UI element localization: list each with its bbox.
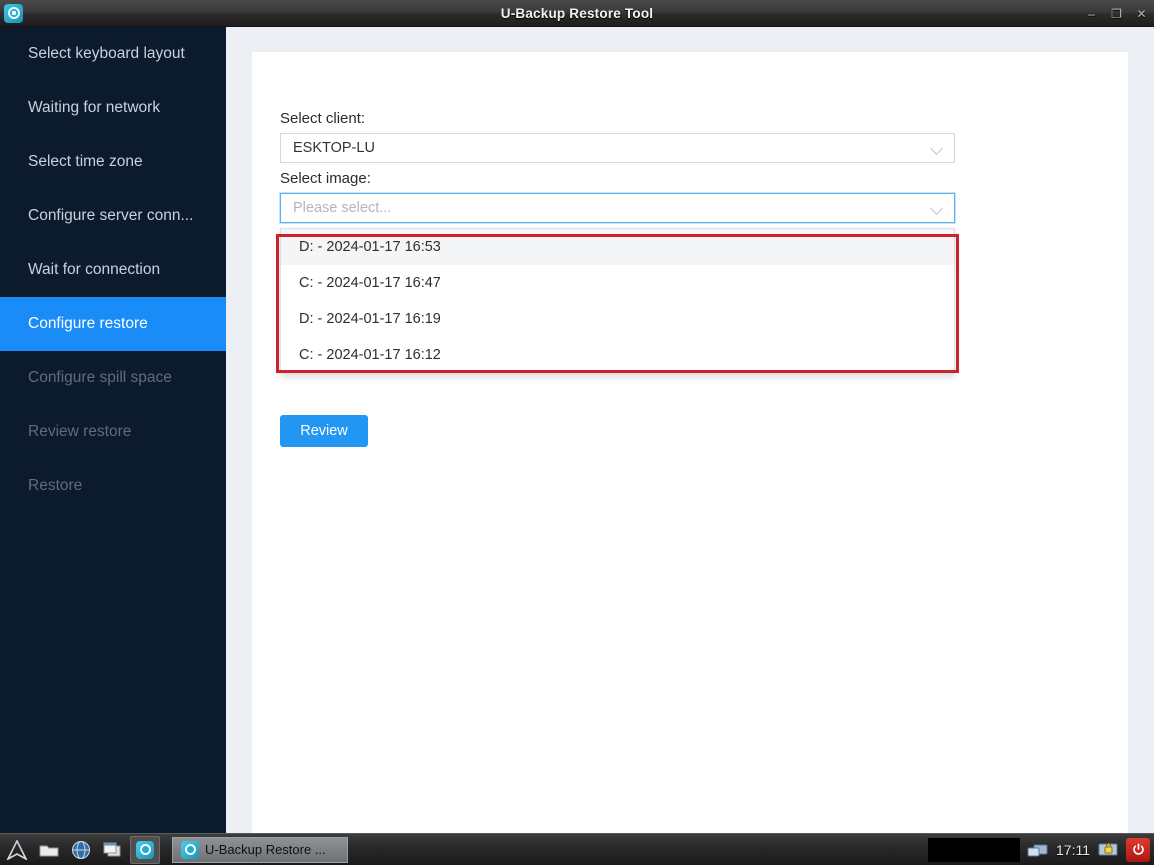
taskbar-window-label: U-Backup Restore ...	[205, 842, 326, 857]
select-image-placeholder: Please select...	[293, 200, 392, 216]
select-client-dropdown[interactable]: ESKTOP-LU	[280, 133, 955, 163]
chevron-down-icon	[930, 201, 944, 215]
list-item[interactable]: D: - 2024-01-17 16:19	[281, 301, 954, 337]
desktop-taskbar: U-Backup Restore ... 17:11	[0, 833, 1154, 865]
image-options-list[interactable]: D: - 2024-01-17 16:53 C: - 2024-01-17 16…	[280, 228, 955, 374]
sidebar-item-configure-server-connection[interactable]: Configure server conn...	[0, 189, 226, 243]
taskbar-window-button[interactable]: U-Backup Restore ...	[172, 836, 348, 863]
sidebar-item-select-time-zone[interactable]: Select time zone	[0, 135, 226, 189]
sidebar-item-restore: Restore	[0, 459, 226, 513]
web-browser-icon[interactable]	[66, 836, 96, 864]
sidebar-item-label: Select time zone	[28, 153, 143, 170]
minimize-icon[interactable]: –	[1085, 7, 1098, 20]
list-item[interactable]: C: - 2024-01-17 16:12	[281, 337, 954, 373]
sidebar-item-select-keyboard-layout[interactable]: Select keyboard layout	[0, 27, 226, 81]
sidebar-item-review-restore: Review restore	[0, 405, 226, 459]
backup-app-icon[interactable]	[130, 835, 160, 864]
windows-icon[interactable]	[98, 836, 128, 864]
power-icon[interactable]	[1126, 837, 1150, 862]
maximize-icon[interactable]: ❐	[1110, 7, 1123, 20]
review-button[interactable]: Review	[280, 415, 368, 447]
sidebar-item-label: Restore	[28, 477, 83, 494]
sidebar-item-label: Wait for connection	[28, 261, 161, 278]
select-client-value: ESKTOP-LU	[293, 140, 375, 156]
window-controls: – ❐ ✕	[1085, 0, 1148, 27]
list-item[interactable]: D: - 2024-01-17 16:53	[281, 229, 954, 265]
arch-logo-icon[interactable]	[2, 836, 32, 864]
taskbar-launchers	[0, 834, 160, 865]
wizard-sidebar: Select keyboard layout Waiting for netwo…	[0, 27, 226, 833]
window-title: U-Backup Restore Tool	[500, 5, 654, 21]
lock-screen-icon[interactable]	[1097, 839, 1119, 861]
backup-app-icon	[181, 840, 199, 859]
sidebar-item-label: Configure server conn...	[28, 207, 194, 224]
form-card: Select client: ESKTOP-LU Select image: P…	[252, 52, 1128, 834]
taskbar-window-list: U-Backup Restore ...	[172, 836, 348, 863]
network-display-icon[interactable]	[1027, 839, 1049, 861]
sidebar-item-configure-restore[interactable]: Configure restore	[0, 297, 226, 351]
clock: 17:11	[1056, 841, 1090, 858]
desktop-screen: U-Backup Restore Tool – ❐ ✕ Select keybo…	[0, 0, 1154, 865]
select-image-dropdown[interactable]: Please select...	[280, 193, 955, 223]
sidebar-item-label: Configure restore	[28, 315, 148, 332]
sidebar-item-wait-for-connection[interactable]: Wait for connection	[0, 243, 226, 297]
list-item[interactable]: C: - 2024-01-17 16:47	[281, 265, 954, 301]
sidebar-item-configure-spill-space: Configure spill space	[0, 351, 226, 405]
select-image-label: Select image:	[280, 170, 371, 187]
content-area: Select client: ESKTOP-LU Select image: P…	[226, 27, 1154, 834]
sidebar-item-label: Waiting for network	[28, 99, 161, 116]
sidebar-item-label: Configure spill space	[28, 369, 172, 386]
sidebar-item-label: Select keyboard layout	[28, 45, 185, 62]
file-manager-icon[interactable]	[34, 836, 64, 864]
close-icon[interactable]: ✕	[1135, 7, 1148, 20]
sidebar-item-waiting-for-network[interactable]: Waiting for network	[0, 81, 226, 135]
chevron-down-icon	[930, 141, 944, 155]
tray-blank-area	[928, 837, 1020, 862]
sidebar-item-label: Review restore	[28, 423, 132, 440]
system-tray: 17:11	[928, 834, 1154, 865]
select-client-label: Select client:	[280, 110, 366, 127]
window-titlebar[interactable]: U-Backup Restore Tool – ❐ ✕	[0, 0, 1154, 27]
